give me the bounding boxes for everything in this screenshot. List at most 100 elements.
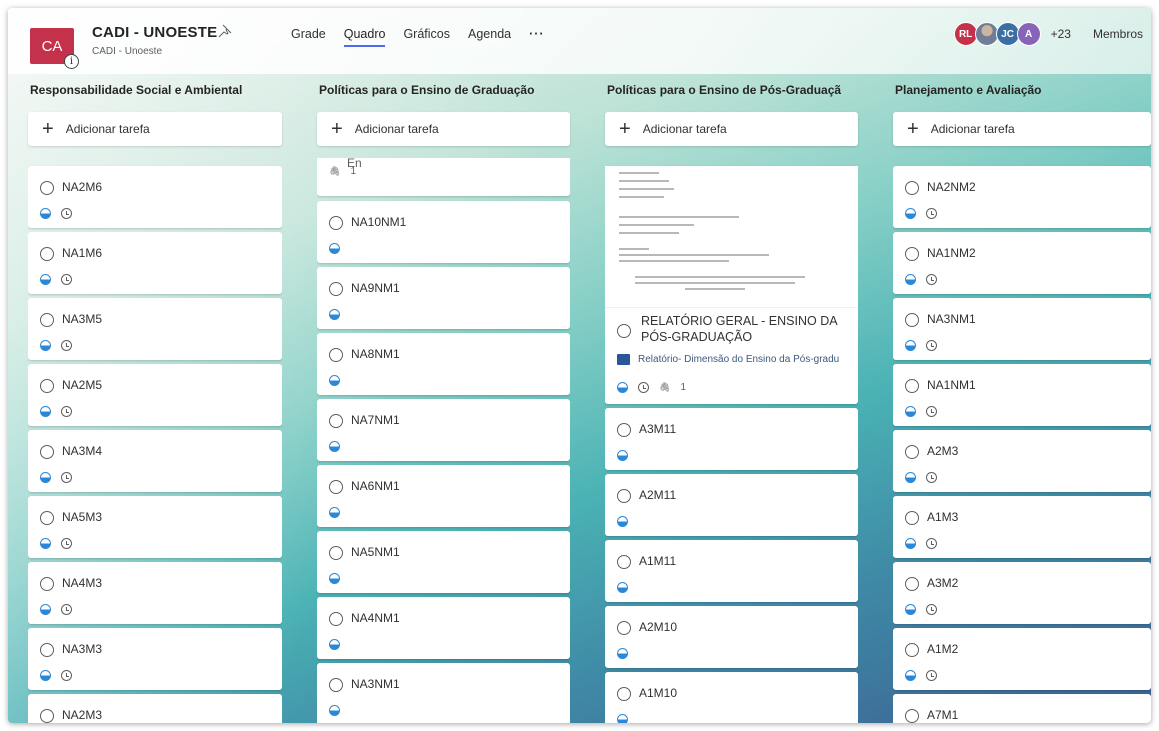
due-date-icon[interactable] (61, 406, 72, 417)
task-card[interactable]: A1M3 (893, 496, 1151, 558)
task-checkbox[interactable] (40, 313, 54, 327)
add-task-button[interactable]: + Adicionar tarefa (317, 112, 570, 146)
task-checkbox[interactable] (40, 379, 54, 393)
task-card[interactable]: NA1NM2 (893, 232, 1151, 294)
task-card[interactable]: NA3M3 (28, 628, 282, 690)
task-checkbox[interactable] (40, 643, 54, 657)
task-card[interactable]: RELATÓRIO GERAL - ENSINO DA PÓS-GRADUAÇÃ… (605, 166, 858, 404)
task-checkbox[interactable] (617, 423, 631, 437)
task-checkbox[interactable] (905, 313, 919, 327)
task-checkbox[interactable] (617, 324, 631, 338)
task-card[interactable]: A2M10 (605, 606, 858, 668)
task-card[interactable]: NA6NM1 (317, 465, 570, 527)
task-checkbox[interactable] (617, 687, 631, 701)
due-date-icon[interactable] (61, 274, 72, 285)
more-options-icon[interactable]: ··· (529, 27, 545, 47)
task-checkbox[interactable] (40, 181, 54, 195)
task-card[interactable]: A1M11 (605, 540, 858, 602)
task-checkbox[interactable] (617, 555, 631, 569)
task-card[interactable]: NA1M6 (28, 232, 282, 294)
task-card[interactable]: NA4M3 (28, 562, 282, 624)
task-checkbox[interactable] (40, 577, 54, 591)
task-card[interactable]: NA8NM1 (317, 333, 570, 395)
task-card[interactable]: A1M2 (893, 628, 1151, 690)
plan-title[interactable]: CADI - UNOESTE (92, 24, 217, 41)
task-checkbox[interactable] (329, 216, 343, 230)
task-card[interactable]: NA3NM1 (317, 663, 570, 723)
due-date-icon[interactable] (61, 472, 72, 483)
task-card[interactable]: A3M11 (605, 408, 858, 470)
due-date-icon[interactable] (926, 274, 937, 285)
tab-quadro[interactable]: Quadro (343, 27, 386, 47)
due-date-icon[interactable] (926, 406, 937, 417)
task-checkbox[interactable] (905, 445, 919, 459)
task-card[interactable]: NA10NM1 (317, 201, 570, 263)
task-checkbox[interactable] (329, 348, 343, 362)
bucket-title[interactable]: Responsabilidade Social e Ambiental (28, 74, 282, 104)
tab-graficos[interactable]: Gráficos (403, 27, 450, 47)
due-date-icon[interactable] (926, 340, 937, 351)
task-card[interactable]: NA7NM1 (317, 399, 570, 461)
bucket-title[interactable]: Políticas para o Ensino de Pós-Graduaçã (605, 74, 858, 104)
task-checkbox[interactable] (329, 282, 343, 296)
task-card[interactable]: A7M1 (893, 694, 1151, 723)
task-checkbox[interactable] (329, 678, 343, 692)
bucket-title[interactable]: Políticas para o Ensino de Graduação (317, 74, 570, 104)
task-card[interactable]: A3M2 (893, 562, 1151, 624)
task-checkbox[interactable] (40, 247, 54, 261)
task-checkbox[interactable] (905, 643, 919, 657)
task-checkbox[interactable] (329, 414, 343, 428)
due-date-icon[interactable] (926, 604, 937, 615)
task-checkbox[interactable] (905, 577, 919, 591)
task-checkbox[interactable] (617, 489, 631, 503)
task-card[interactable]: NA3NM1 (893, 298, 1151, 360)
add-task-button[interactable]: + Adicionar tarefa (605, 112, 858, 146)
task-card[interactable]: NA4NM1 (317, 597, 570, 659)
due-date-icon[interactable] (61, 208, 72, 219)
task-checkbox[interactable] (40, 511, 54, 525)
member-count[interactable]: +23 (1051, 27, 1071, 41)
task-card[interactable]: A2M11 (605, 474, 858, 536)
task-card[interactable]: A2M3 (893, 430, 1151, 492)
avatar[interactable]: A (1016, 22, 1041, 46)
task-checkbox[interactable] (329, 480, 343, 494)
due-date-icon[interactable] (638, 382, 649, 393)
tab-grade[interactable]: Grade (291, 27, 326, 47)
task-card[interactable]: NA2M5 (28, 364, 282, 426)
task-checkbox[interactable] (905, 709, 919, 723)
info-icon[interactable]: i (64, 54, 79, 69)
due-date-icon[interactable] (61, 604, 72, 615)
task-card[interactable]: NA5M3 (28, 496, 282, 558)
members-button[interactable]: Membros (1093, 27, 1143, 41)
task-card[interactable]: NA3M4 (28, 430, 282, 492)
due-date-icon[interactable] (926, 472, 937, 483)
task-checkbox[interactable] (617, 621, 631, 635)
task-card[interactable]: NA2M6 (28, 166, 282, 228)
task-checkbox[interactable] (905, 379, 919, 393)
due-date-icon[interactable] (61, 670, 72, 681)
due-date-icon[interactable] (926, 538, 937, 549)
task-checkbox[interactable] (329, 546, 343, 560)
task-card[interactable]: NA5NM1 (317, 531, 570, 593)
task-checkbox[interactable] (40, 445, 54, 459)
task-checkbox[interactable] (905, 247, 919, 261)
add-task-button[interactable]: + Adicionar tarefa (28, 112, 282, 146)
task-card[interactable]: NA2M3 (28, 694, 282, 723)
tab-agenda[interactable]: Agenda (468, 27, 511, 47)
task-card[interactable]: NA2NM2 (893, 166, 1151, 228)
due-date-icon[interactable] (61, 538, 72, 549)
task-card[interactable]: NA9NM1 (317, 267, 570, 329)
task-checkbox[interactable] (905, 181, 919, 195)
task-checkbox[interactable] (329, 612, 343, 626)
bucket-title[interactable]: Planejamento e Avaliação (893, 74, 1151, 104)
due-date-icon[interactable] (61, 340, 72, 351)
task-card[interactable]: NA1NM1 (893, 364, 1151, 426)
attachment-link[interactable]: Relatório- Dimensão do Ensino da Pós-gra… (617, 354, 854, 365)
task-checkbox[interactable] (905, 511, 919, 525)
due-date-icon[interactable] (926, 670, 937, 681)
due-date-icon[interactable] (926, 208, 937, 219)
pin-icon[interactable] (218, 24, 232, 41)
task-checkbox[interactable] (40, 709, 54, 723)
task-card[interactable]: Modelo de Planilha de Acompanhamento En🖇… (317, 158, 570, 196)
task-card[interactable]: NA3M5 (28, 298, 282, 360)
